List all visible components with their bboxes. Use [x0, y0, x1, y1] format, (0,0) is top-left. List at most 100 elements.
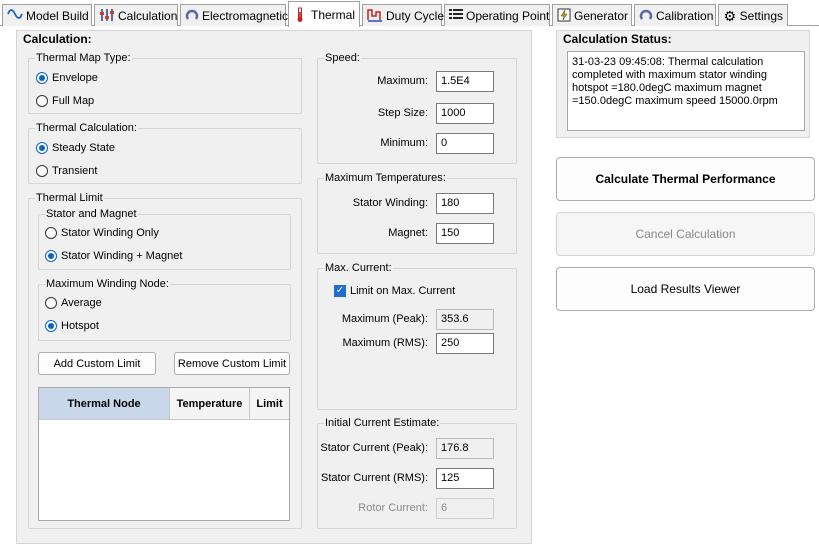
checkmark-icon: ✓ — [334, 285, 346, 297]
tab-label: Operating Point — [466, 8, 550, 23]
thermometer-icon — [293, 7, 308, 23]
tab-calibration[interactable]: Calibration — [634, 4, 716, 26]
remove-custom-limit-button[interactable]: Remove Custom Limit — [174, 352, 290, 375]
speed-step-label: Step Size: — [377, 107, 428, 119]
max-current-rms-input[interactable]: 250 — [436, 333, 494, 354]
tab-operating-point[interactable]: Operating Point — [444, 4, 550, 26]
list-icon — [449, 8, 463, 24]
speed-group: Speed: Maximum: 1.5E4 Step Size: 1000 Mi… — [317, 52, 517, 164]
stator-current-peak-label: Stator Current (Peak): — [320, 442, 428, 454]
tab-settings[interactable]: ⚙ Settings — [718, 4, 788, 26]
radio-indicator — [45, 297, 57, 309]
radio-label: Average — [61, 297, 102, 309]
radio-label: Transient — [52, 165, 98, 177]
stator-current-peak-value: 176.8 — [436, 438, 494, 459]
tab-duty-cycle[interactable]: Duty Cycle — [362, 4, 444, 26]
tab-label: Calculation — [118, 8, 178, 23]
radio-hotspot[interactable]: Hotspot — [45, 320, 99, 332]
radio-indicator — [45, 227, 57, 239]
speed-minimum-label: Minimum: — [380, 137, 428, 149]
tab-thermal[interactable]: Thermal — [288, 1, 360, 27]
group-title: Speed: — [324, 52, 361, 65]
thermal-map-type-group: Thermal Map Type: Envelope Full Map — [28, 52, 302, 114]
radio-label: Steady State — [52, 142, 115, 154]
radio-average[interactable]: Average — [45, 297, 102, 309]
group-title: Stator and Magnet — [45, 208, 138, 221]
group-title: Maximum Winding Node: — [45, 278, 170, 291]
calculation-panel: Calculation: Thermal Map Type: Envelope … — [16, 30, 532, 544]
stator-current-rms-input[interactable]: 125 — [436, 468, 494, 489]
stator-current-rms-label: Stator Current (RMS): — [321, 472, 428, 484]
lightning-icon — [557, 8, 571, 24]
tab-label: Electromagnetic — [202, 8, 289, 23]
max-current-peak-label: Maximum (Peak): — [341, 313, 428, 325]
radio-stator-winding-magnet[interactable]: Stator Winding + Magnet — [45, 250, 182, 262]
tab-label: Calibration — [656, 8, 714, 23]
tab-label: Settings — [739, 8, 783, 23]
speed-maximum-label: Maximum: — [377, 75, 428, 87]
radio-indicator — [36, 72, 48, 84]
radio-indicator — [45, 320, 57, 332]
tab-label: Generator — [574, 8, 629, 23]
column-header-temperature[interactable]: Temperature — [170, 388, 250, 420]
radio-stator-winding-only[interactable]: Stator Winding Only — [45, 227, 159, 239]
radio-transient[interactable]: Transient — [36, 165, 97, 177]
group-title: Thermal Calculation: — [35, 122, 138, 135]
max-current-peak-value: 353.6 — [436, 309, 494, 330]
status-text[interactable]: 31-03-23 09:45:08: Thermal calculation c… — [567, 51, 805, 131]
tab-bar: Model Build Calculation Electromagnetic … — [0, 0, 819, 27]
radio-indicator — [36, 142, 48, 154]
radio-indicator — [36, 165, 48, 177]
stator-magnet-group: Stator and Magnet Stator Winding Only St… — [38, 208, 291, 270]
radio-label: Envelope — [52, 72, 98, 84]
rotor-current-input: 6 — [436, 498, 494, 519]
magnet-input[interactable]: 150 — [436, 223, 494, 244]
calculate-thermal-performance-button[interactable]: Calculate Thermal Performance — [556, 157, 815, 201]
radio-envelope[interactable]: Envelope — [36, 72, 98, 84]
max-temperatures-group: Maximum Temperatures: Stator Winding: 18… — [317, 172, 517, 254]
tab-calculation[interactable]: Calculation — [94, 4, 178, 26]
checkbox-label: Limit on Max. Current — [350, 285, 456, 297]
thermal-limit-table[interactable]: Thermal Node Temperature Limit — [38, 387, 290, 521]
tab-model-build[interactable]: Model Build — [2, 4, 92, 26]
initial-current-group: Initial Current Estimate: Stator Current… — [317, 417, 517, 529]
radio-label: Full Map — [52, 95, 95, 107]
tab-label: Thermal — [310, 7, 355, 22]
radio-label: Hotspot — [61, 320, 99, 332]
calculation-status-panel: Calculation Status: 31-03-23 09:45:08: T… — [556, 30, 810, 138]
group-title: Thermal Limit — [35, 192, 104, 205]
magnet-label: Magnet: — [388, 227, 428, 239]
tab-generator[interactable]: Generator — [552, 4, 632, 26]
load-results-viewer-button[interactable]: Load Results Viewer — [556, 267, 815, 311]
thermal-calculation-group: Thermal Calculation: Steady State Transi… — [28, 122, 302, 184]
limit-max-current-checkbox[interactable]: ✓ Limit on Max. Current — [334, 285, 455, 297]
group-title: Thermal Map Type: — [35, 52, 132, 65]
radio-indicator — [36, 95, 48, 107]
radio-label: Stator Winding Only — [61, 227, 159, 239]
speed-maximum-input[interactable]: 1.5E4 — [436, 71, 494, 92]
stator-winding-label: Stator Winding: — [352, 197, 428, 209]
add-custom-limit-button[interactable]: Add Custom Limit — [38, 352, 156, 375]
radio-indicator — [45, 250, 57, 262]
duty-cycle-icon — [367, 8, 383, 24]
sliders-icon — [99, 8, 115, 24]
cancel-calculation-button: Cancel Calculation — [556, 212, 815, 256]
group-title: Maximum Temperatures: — [324, 172, 447, 185]
magnet-icon — [185, 8, 199, 24]
group-title: Max. Current: — [324, 262, 393, 275]
radio-steady-state[interactable]: Steady State — [36, 142, 115, 154]
calibration-icon — [639, 8, 653, 24]
column-header-limit[interactable]: Limit — [250, 388, 289, 420]
group-title: Initial Current Estimate: — [324, 417, 441, 430]
tab-electromagnetic[interactable]: Electromagnetic — [180, 4, 289, 26]
winding-node-group: Maximum Winding Node: Average Hotspot — [38, 278, 291, 341]
radio-label: Stator Winding + Magnet — [61, 250, 183, 262]
max-current-rms-label: Maximum (RMS): — [342, 337, 428, 349]
speed-step-input[interactable]: 1000 — [436, 103, 494, 124]
speed-minimum-input[interactable]: 0 — [436, 133, 494, 154]
stator-winding-input[interactable]: 180 — [436, 193, 494, 214]
tab-label: Model Build — [26, 8, 89, 23]
column-header-thermal-node[interactable]: Thermal Node — [39, 388, 170, 420]
radio-full-map[interactable]: Full Map — [36, 95, 94, 107]
max-current-group: Max. Current: ✓ Limit on Max. Current Ma… — [317, 262, 517, 410]
